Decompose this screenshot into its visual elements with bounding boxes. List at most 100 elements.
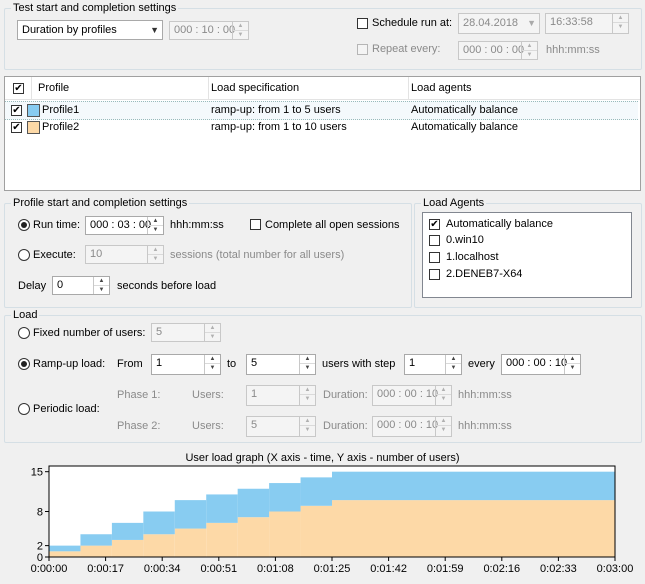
- phase2-users-input[interactable]: 5 ▲ ▼: [246, 416, 316, 437]
- rampup-from-spinner[interactable]: ▲ ▼: [204, 355, 220, 374]
- phase1-users-value: 1: [251, 388, 258, 400]
- spin-up-icon: ▲: [526, 43, 533, 49]
- rampup-step-spinner[interactable]: ▲ ▼: [445, 355, 461, 374]
- schedule-time-input[interactable]: 16:33:58 ▲ ▼: [545, 13, 629, 34]
- agent-checkbox[interactable]: [429, 235, 440, 246]
- list-item[interactable]: 0.win10: [429, 233, 629, 249]
- table-header: ✔ Profile Load specification Load agents: [5, 77, 640, 100]
- schedule-label: Schedule run at:: [372, 17, 453, 29]
- agent-checkbox[interactable]: [429, 269, 440, 280]
- execute-sessions-input[interactable]: 10 ▲ ▼: [85, 245, 164, 264]
- area-segment-profile2: [332, 500, 615, 557]
- step-label: users with step: [322, 358, 396, 370]
- spin-down-icon: ▼: [613, 22, 628, 31]
- x-tick-label: 0:01:08: [257, 563, 294, 575]
- phase2-duration-label: Duration:: [323, 420, 368, 432]
- mode-select-value: Duration by profiles: [22, 24, 117, 36]
- area-segment-profile2: [237, 517, 270, 557]
- rampup-to-input[interactable]: 5 ▲ ▼: [246, 354, 316, 375]
- spin-down-icon: ▼: [300, 394, 315, 403]
- phase1-users-spinner[interactable]: ▲ ▼: [299, 386, 315, 405]
- area-segment-profile1: [174, 500, 207, 529]
- execute-sessions-spinner[interactable]: ▲ ▼: [147, 246, 163, 263]
- list-item[interactable]: 1.localhost: [429, 250, 629, 266]
- complete-sessions-label: Complete all open sessions: [265, 219, 400, 231]
- mode-select[interactable]: Duration by profiles ▼: [17, 20, 163, 40]
- rampup-every-input[interactable]: 000 : 00 : 10 ▲ ▼: [501, 354, 581, 375]
- phase1-duration-label: Duration:: [323, 389, 368, 401]
- area-segment-profile2: [143, 534, 175, 557]
- test-duration-spinner[interactable]: ▲ ▼: [232, 22, 248, 39]
- periodic-radio[interactable]: [18, 403, 30, 415]
- row-checkbox[interactable]: ✔: [11, 122, 22, 133]
- schedule-time-value: 16:33:58: [550, 16, 593, 28]
- area-segment-profile2: [206, 522, 238, 557]
- phase2-duration-spinner[interactable]: ▲ ▼: [435, 417, 451, 436]
- profile-color-swatch[interactable]: [27, 121, 40, 134]
- profile-load-spec: ramp-up: from 1 to 10 users: [211, 121, 347, 133]
- rampup-every-spinner[interactable]: ▲ ▼: [564, 355, 580, 374]
- phase1-duration-spinner[interactable]: ▲ ▼: [435, 386, 451, 405]
- chart-title: User load graph (X axis - time, Y axis -…: [185, 452, 460, 464]
- agent-checkbox[interactable]: ✔: [429, 219, 440, 230]
- fixed-users-spinner[interactable]: ▲ ▼: [204, 324, 220, 341]
- list-item[interactable]: 2.DENEB7-X64: [429, 267, 629, 283]
- area-segment-profile1: [300, 477, 332, 506]
- agent-checkbox[interactable]: [429, 252, 440, 263]
- profile-name: Profile2: [42, 121, 80, 133]
- select-all-checkbox[interactable]: ✔: [13, 83, 24, 94]
- rampup-to-spinner[interactable]: ▲ ▼: [299, 355, 315, 374]
- fixed-users-radio[interactable]: [18, 327, 30, 339]
- column-header-load-spec[interactable]: Load specification: [211, 80, 299, 97]
- complete-sessions-checkbox[interactable]: [250, 219, 261, 230]
- run-time-unit: hhh:mm:ss: [170, 219, 224, 231]
- phase2-duration-value: 000 : 00 : 10: [377, 419, 439, 431]
- spin-up-icon: ▲: [152, 247, 159, 253]
- schedule-date-picker[interactable]: 28.04.2018 ▼: [458, 13, 540, 34]
- spin-up-icon: ▲: [304, 356, 311, 362]
- x-tick-label: 0:00:51: [200, 563, 237, 575]
- spin-up-icon: ▲: [98, 278, 105, 284]
- rampup-radio[interactable]: [18, 358, 30, 370]
- every-label: every: [468, 358, 495, 370]
- profile-color-swatch[interactable]: [27, 104, 40, 117]
- spin-up-icon: ▲: [617, 15, 624, 21]
- to-label: to: [227, 358, 237, 370]
- column-header-load-agents[interactable]: Load agents: [411, 80, 472, 97]
- delay-value: 0: [57, 279, 64, 291]
- table-row[interactable]: ✔ Profile2 ramp-up: from 1 to 10 users A…: [5, 119, 638, 136]
- x-tick-label: 0:01:42: [370, 563, 407, 575]
- table-row[interactable]: ✔ Profile1 ramp-up: from 1 to 5 users Au…: [5, 101, 638, 120]
- repeat-checkbox[interactable]: [357, 44, 368, 55]
- rampup-step-value: 1: [409, 357, 416, 369]
- repeat-interval-input[interactable]: 000 : 00 : 00 ▲ ▼: [458, 41, 538, 60]
- phase1-users-input[interactable]: 1 ▲ ▼: [246, 385, 316, 406]
- column-header-profile[interactable]: Profile: [38, 80, 69, 97]
- phase2-duration-input[interactable]: 000 : 00 : 10 ▲ ▼: [372, 416, 452, 437]
- test-duration-input[interactable]: 000 : 10 : 00 ▲ ▼: [169, 21, 249, 40]
- agent-label: Automatically balance: [446, 218, 554, 230]
- run-time-radio[interactable]: [18, 219, 30, 231]
- rampup-from-value: 1: [156, 357, 163, 369]
- list-item[interactable]: ✔ Automatically balance: [429, 217, 629, 233]
- run-time-spinner[interactable]: ▲ ▼: [147, 217, 163, 234]
- execute-unit: sessions (total number for all users): [170, 249, 345, 261]
- phase2-users-spinner[interactable]: ▲ ▼: [299, 417, 315, 436]
- delay-input[interactable]: 0 ▲ ▼: [52, 276, 110, 295]
- phase1-duration-input[interactable]: 000 : 00 : 10 ▲ ▼: [372, 385, 452, 406]
- delay-spinner[interactable]: ▲ ▼: [93, 277, 109, 294]
- execute-radio[interactable]: [18, 249, 30, 261]
- fixed-users-input[interactable]: 5 ▲ ▼: [151, 323, 221, 342]
- schedule-checkbox[interactable]: [357, 18, 368, 29]
- x-tick-label: 0:00:34: [144, 563, 181, 575]
- schedule-time-spinner[interactable]: ▲ ▼: [612, 14, 628, 33]
- rampup-to-value: 5: [251, 357, 258, 369]
- agent-label: 2.DENEB7-X64: [446, 268, 523, 280]
- rampup-label: Ramp-up load:: [33, 358, 106, 370]
- phase2-duration-unit: hhh:mm:ss: [458, 420, 512, 432]
- rampup-step-input[interactable]: 1 ▲ ▼: [404, 354, 462, 375]
- run-time-input[interactable]: 000 : 03 : 00 ▲ ▼: [85, 216, 164, 235]
- row-checkbox[interactable]: ✔: [11, 105, 22, 116]
- rampup-from-input[interactable]: 1 ▲ ▼: [151, 354, 221, 375]
- repeat-interval-spinner[interactable]: ▲ ▼: [521, 42, 537, 59]
